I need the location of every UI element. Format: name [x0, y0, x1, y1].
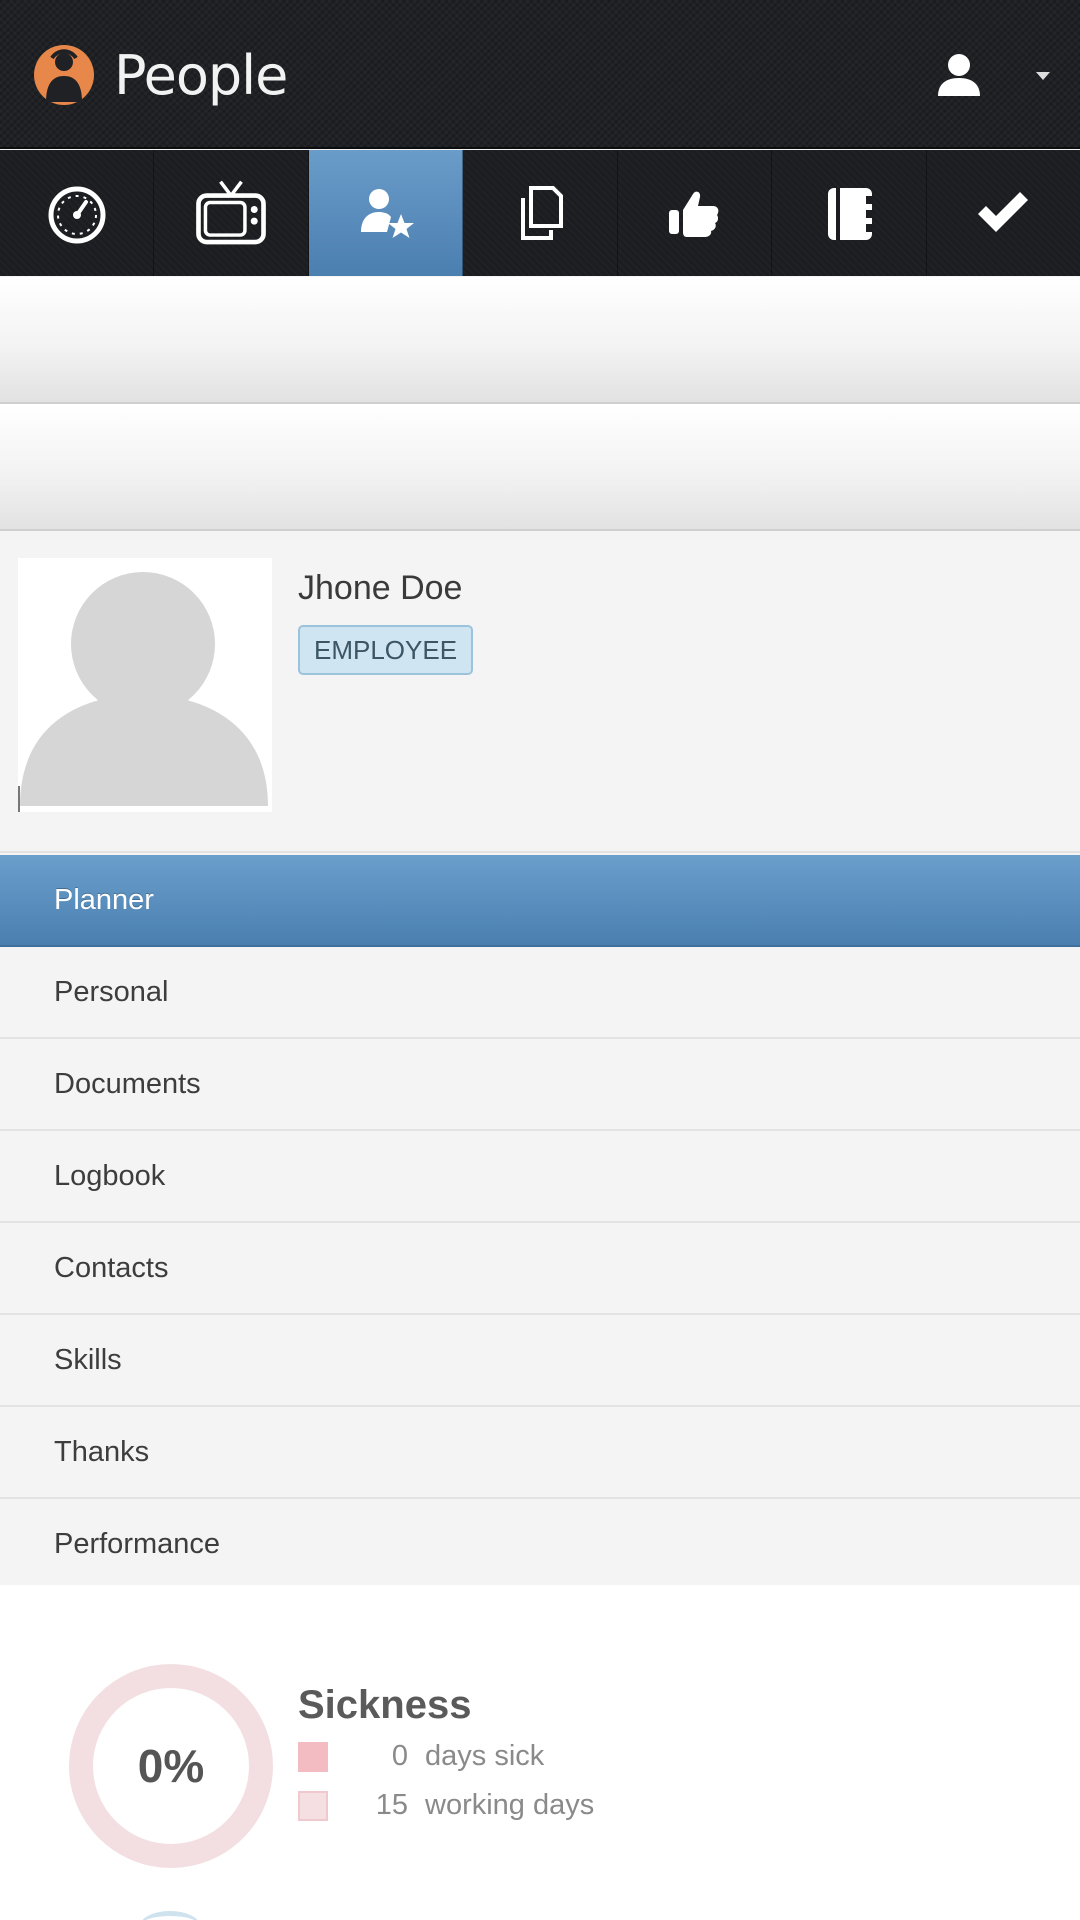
working-days-value: 15: [375, 1789, 408, 1821]
nav-people[interactable]: [308, 150, 464, 276]
dashboard-icon: [48, 186, 106, 244]
avatar-placeholder-icon: [18, 572, 268, 812]
check-icon: [978, 192, 1029, 232]
menu-item-planner[interactable]: Planner: [0, 855, 1080, 947]
menu-item-skills[interactable]: Skills: [0, 1315, 1080, 1407]
profile-section-menu: Planner Personal Documents Logbook Conta…: [0, 855, 1080, 1591]
person-name: Jhone Doe: [298, 569, 463, 607]
nav-documents[interactable]: [463, 150, 618, 276]
main-icon-nav: [0, 150, 1080, 276]
sickness-percent: 0%: [137, 1740, 205, 1792]
nav-tv[interactable]: [154, 150, 309, 276]
menu-item-personal[interactable]: Personal: [0, 947, 1080, 1039]
menu-item-documents[interactable]: Documents: [0, 1039, 1080, 1131]
menu-item-contacts[interactable]: Contacts: [0, 1223, 1080, 1315]
working-days-label: working days: [425, 1789, 595, 1821]
legend-swatch: [298, 1791, 328, 1821]
next-chart-edge: [140, 1911, 200, 1920]
legend-working-days: 15 working days: [298, 1789, 698, 1823]
user-menu-button[interactable]: [860, 40, 1080, 110]
sickness-widget: 0% Sickness 0 days sick 15 working days: [0, 1585, 1080, 1920]
caret-down-icon: [1036, 72, 1050, 80]
menu-item-thanks[interactable]: Thanks: [0, 1407, 1080, 1499]
app-title[interactable]: People: [114, 44, 288, 107]
menu-item-performance[interactable]: Performance: [0, 1499, 1080, 1591]
profile-card: Jhone Doe EMPLOYEE: [0, 533, 1080, 853]
notebook-icon: [827, 188, 874, 240]
sickness-title: Sickness: [298, 1683, 472, 1727]
user-icon: [938, 54, 980, 96]
copy-documents-icon: [520, 186, 563, 240]
user-star-icon: [360, 189, 414, 238]
nav-dashboard[interactable]: [0, 150, 155, 276]
nav-thanks[interactable]: [618, 150, 773, 276]
app-header: People: [0, 0, 1080, 149]
role-badge: EMPLOYEE: [298, 625, 474, 675]
person-logo-icon[interactable]: [32, 42, 96, 108]
days-sick-value: 0: [391, 1740, 408, 1772]
toolbar-band-bottom: [0, 404, 1080, 531]
tv-icon: [196, 180, 266, 245]
days-sick-label: days sick: [425, 1740, 545, 1772]
legend-swatch: [298, 1742, 328, 1772]
thumbs-up-icon: [669, 191, 719, 237]
nav-tasks[interactable]: [927, 150, 1080, 276]
toolbar-band-top: [0, 277, 1080, 404]
menu-item-logbook[interactable]: Logbook: [0, 1131, 1080, 1223]
legend-days-sick: 0 days sick: [298, 1740, 698, 1774]
nav-notebook[interactable]: [772, 150, 927, 276]
avatar[interactable]: [18, 558, 272, 812]
